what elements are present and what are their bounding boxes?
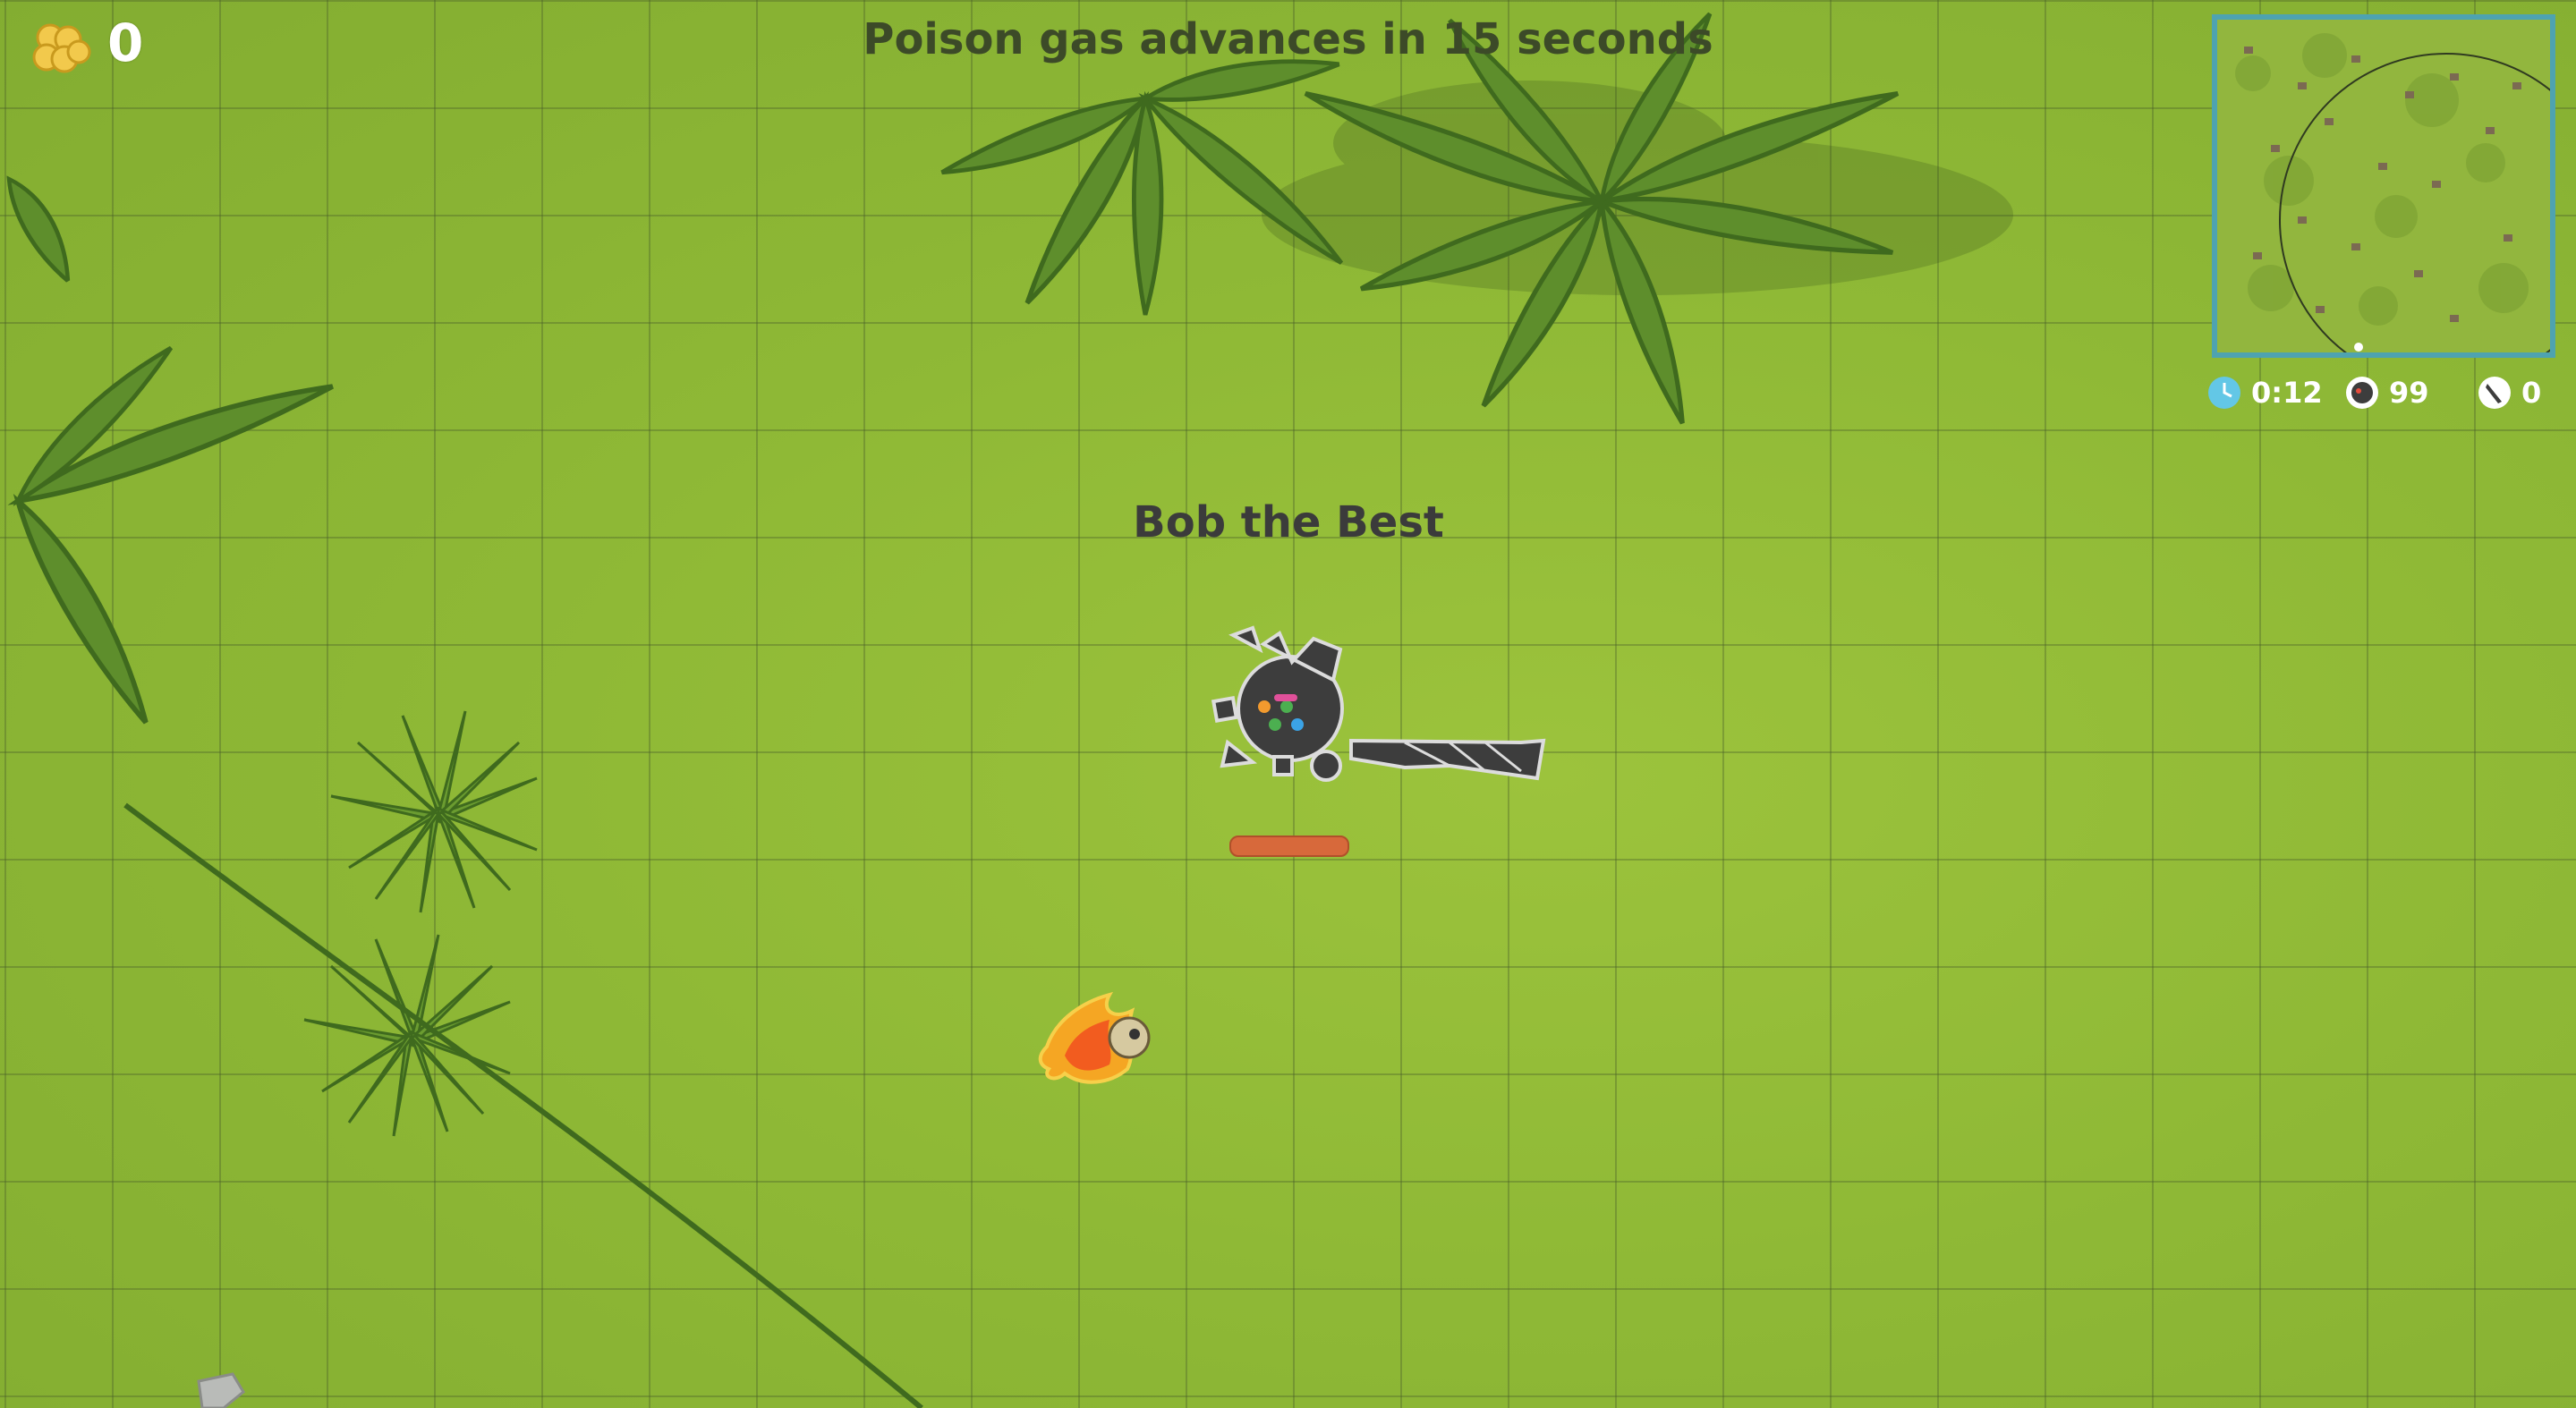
kills-value: 0 xyxy=(2521,376,2542,410)
knife-icon xyxy=(2478,377,2511,409)
timer-value: 0:12 xyxy=(2251,376,2323,410)
gas-announcement: Poison gas advances in 15 seconds xyxy=(863,14,1713,64)
clock-icon xyxy=(2208,377,2240,409)
player-character[interactable] xyxy=(1181,608,1557,823)
stats-bar: 0:12 99 0 xyxy=(2206,370,2564,415)
rock xyxy=(197,1372,245,1408)
bush-1 xyxy=(330,710,538,913)
river-line xyxy=(123,802,923,1408)
palm-tree-top-left xyxy=(938,48,1351,315)
coin-count: 0 xyxy=(107,13,144,73)
players-alive-value: 99 xyxy=(2389,376,2429,410)
coin-stack-icon xyxy=(32,23,91,73)
bush-2 xyxy=(302,933,512,1138)
player-health-bar xyxy=(1229,835,1349,857)
minimap[interactable] xyxy=(2212,14,2555,358)
player-name-label: Bob the Best xyxy=(1133,497,1444,547)
minimap-terrain xyxy=(2217,20,2550,352)
players-alive-stat: 99 xyxy=(2344,370,2429,415)
palm-tree-left xyxy=(6,336,336,729)
weapon-sword xyxy=(1349,738,1546,781)
player-icon xyxy=(2346,377,2378,409)
burning-enemy[interactable] xyxy=(1029,984,1154,1091)
timer-stat: 0:12 xyxy=(2206,370,2323,415)
game-world[interactable]: Poison gas advances in 15 seconds Bob th… xyxy=(0,0,2576,1408)
player-marker-icon xyxy=(2354,343,2363,352)
kills-stat: 0 xyxy=(2477,370,2541,415)
